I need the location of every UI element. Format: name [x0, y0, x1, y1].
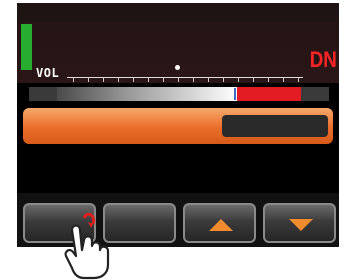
vol-indicator [175, 65, 180, 70]
vol-tick [178, 78, 179, 82]
vol-tick [238, 78, 239, 82]
vol-tick [133, 78, 134, 82]
vol-tick [73, 78, 74, 82]
value-slot [222, 115, 328, 137]
spectrum-bar [29, 87, 329, 101]
vol-label: VOL [36, 66, 60, 80]
arrow-down-icon [289, 219, 313, 231]
vol-tick [193, 78, 194, 82]
vol-tick [118, 78, 119, 82]
spectrum-peak [237, 87, 301, 101]
direction-label: DN [309, 47, 337, 72]
vol-tick [208, 78, 209, 82]
vol-tick [223, 78, 224, 82]
orange-control-bar[interactable] [23, 108, 333, 144]
arrow-up-icon [209, 219, 233, 231]
vol-tick [88, 78, 89, 82]
top-bar [17, 3, 339, 21]
vol-tick [103, 78, 104, 82]
up-button[interactable] [183, 203, 256, 243]
spectrum-marker [234, 88, 236, 100]
scope-area [17, 21, 339, 83]
vol-tick [298, 78, 299, 82]
vol-tick [283, 78, 284, 82]
vol-tick [148, 78, 149, 82]
vol-tick [268, 78, 269, 82]
vol-tick [163, 78, 164, 82]
vol-tick [253, 78, 254, 82]
touching-hand-icon [64, 212, 110, 280]
spectrum-gradient [57, 87, 237, 101]
signal-level-meter [21, 24, 32, 70]
down-button[interactable] [263, 203, 336, 243]
